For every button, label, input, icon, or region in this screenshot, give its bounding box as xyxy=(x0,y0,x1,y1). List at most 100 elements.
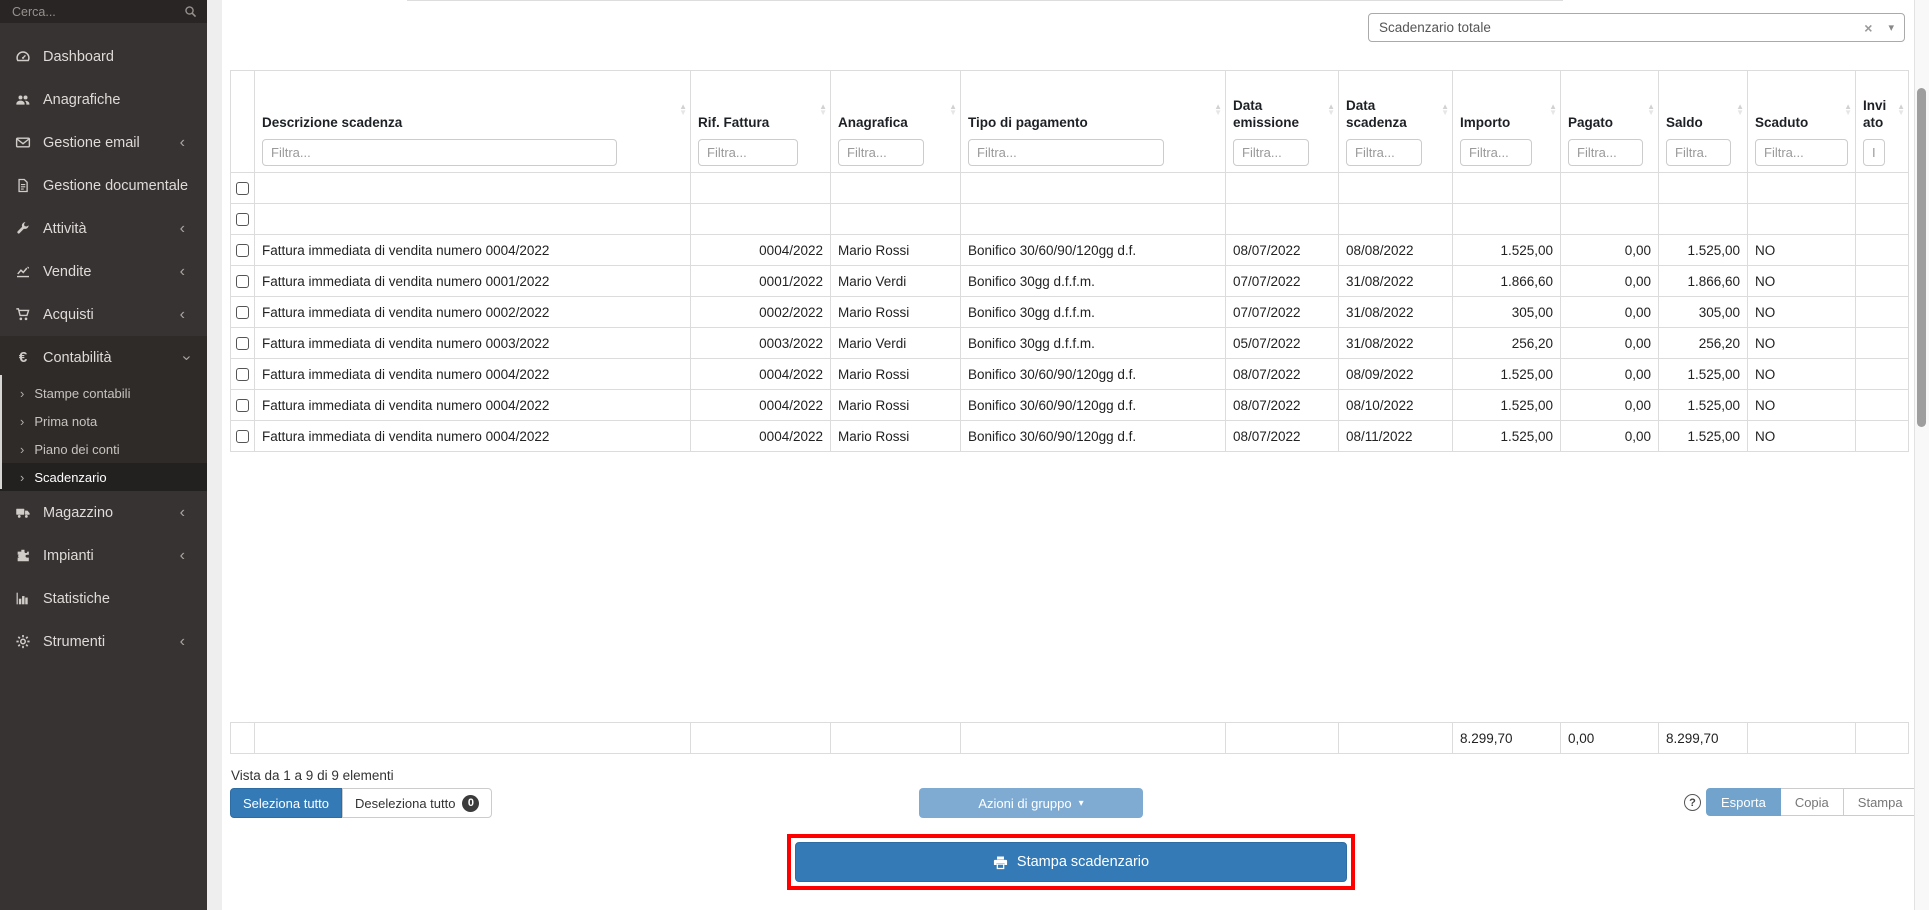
row-checkbox[interactable] xyxy=(236,430,249,443)
row-checkbox[interactable] xyxy=(236,182,249,195)
sidebar-subitem-scadenzario[interactable]: ›Scadenzario xyxy=(0,463,207,491)
export-button[interactable]: Esporta xyxy=(1706,788,1781,816)
column-header-scaduto[interactable]: Scaduto▲▼ xyxy=(1748,71,1856,173)
column-header-label: Scaduto xyxy=(1755,115,1848,132)
column-filter-input[interactable] xyxy=(1568,139,1643,166)
sidebar-item-strumenti[interactable]: Strumenti‹ xyxy=(0,620,207,663)
row-checkbox[interactable] xyxy=(236,213,249,226)
schedule-type-select[interactable]: Scadenzario totale × ▾ xyxy=(1368,13,1905,42)
sort-arrows-icon[interactable]: ▲▼ xyxy=(1549,104,1557,116)
users-icon xyxy=(14,92,32,108)
sidebar-item-gestione-documentale[interactable]: Gestione documentale xyxy=(0,164,207,207)
column-header-saldo[interactable]: Saldo▲▼ xyxy=(1659,71,1748,173)
sort-arrows-icon[interactable]: ▲▼ xyxy=(1736,104,1744,116)
print-schedule-button[interactable]: Stampa scadenzario xyxy=(795,842,1347,882)
sort-arrows-icon[interactable]: ▲▼ xyxy=(1327,104,1335,116)
row-checkbox[interactable] xyxy=(236,244,249,257)
table-cell xyxy=(1856,297,1909,328)
highlight-annotation: Stampa scadenzario xyxy=(787,834,1355,890)
column-filter-input[interactable] xyxy=(838,139,924,166)
totals-cell xyxy=(691,723,831,754)
table-cell: Bonifico 30gg d.f.f.m. xyxy=(961,266,1226,297)
row-checkbox[interactable] xyxy=(236,368,249,381)
column-filter-input[interactable] xyxy=(1460,139,1532,166)
sidebar-item-attivit[interactable]: Attività‹ xyxy=(0,207,207,250)
row-checkbox[interactable] xyxy=(236,337,249,350)
table-cell: 0,00 xyxy=(1561,297,1659,328)
column-filter-input[interactable] xyxy=(968,139,1164,166)
sidebar-item-contabilit[interactable]: €Contabilità‹ xyxy=(0,336,207,379)
search-icon[interactable] xyxy=(184,5,197,18)
select-caret-icon[interactable]: ▾ xyxy=(1888,21,1894,34)
table-cell: 1.866,60 xyxy=(1453,266,1561,297)
row-checkbox[interactable] xyxy=(236,306,249,319)
table-row[interactable]: Fattura immediata di vendita numero 0004… xyxy=(231,235,1909,266)
search-input[interactable] xyxy=(10,4,178,20)
table-cell: Mario Rossi xyxy=(831,297,961,328)
sidebar-item-statistiche[interactable]: Statistiche xyxy=(0,577,207,620)
table-row[interactable]: Fattura immediata di vendita numero 0002… xyxy=(231,297,1909,328)
sidebar-item-gestione-email[interactable]: Gestione email‹ xyxy=(0,121,207,164)
sort-arrows-icon[interactable]: ▲▼ xyxy=(1844,104,1852,116)
sort-arrows-icon[interactable]: ▲▼ xyxy=(1214,104,1222,116)
table-row[interactable]: Fattura immediata di acquisto numero 11M… xyxy=(231,173,1909,204)
sidebar-subitem-stampe-contabili[interactable]: ›Stampe contabili xyxy=(0,379,207,407)
column-header-importo[interactable]: Importo▲▼ xyxy=(1453,71,1561,173)
table-row[interactable]: Fattura immediata di vendita numero 0003… xyxy=(231,328,1909,359)
table-row[interactable]: Fattura immediata di vendita numero 0004… xyxy=(231,421,1909,452)
clear-selection-icon[interactable]: × xyxy=(1864,20,1872,36)
column-header-pagato[interactable]: Pagato▲▼ xyxy=(1561,71,1659,173)
copy-button[interactable]: Copia xyxy=(1781,788,1844,816)
group-actions-label: Azioni di gruppo xyxy=(978,796,1071,811)
sort-arrows-icon[interactable]: ▲▼ xyxy=(1647,104,1655,116)
row-checkbox-cell xyxy=(231,297,255,328)
gauge-icon xyxy=(14,49,32,65)
column-header-tipo-di-pagamento[interactable]: Tipo di pagamento▲▼ xyxy=(961,71,1226,173)
column-filter-input[interactable] xyxy=(1863,139,1885,166)
select-all-button[interactable]: Seleziona tutto xyxy=(230,788,342,818)
sidebar-item-vendite[interactable]: Vendite‹ xyxy=(0,250,207,293)
column-filter-input[interactable] xyxy=(1666,139,1731,166)
print-button[interactable]: Stampa xyxy=(1844,788,1918,816)
table-row[interactable]: Fattura immediata di vendita numero 0001… xyxy=(231,266,1909,297)
sidebar-subitem-piano-dei-conti[interactable]: ›Piano dei conti xyxy=(0,435,207,463)
column-filter-input[interactable] xyxy=(1755,139,1848,166)
sidebar-subitem-prima-nota[interactable]: ›Prima nota xyxy=(0,407,207,435)
table-cell: 0,00 xyxy=(1561,204,1659,235)
sort-arrows-icon[interactable]: ▲▼ xyxy=(1441,104,1449,116)
scrollbar-thumb[interactable] xyxy=(1917,88,1926,427)
help-icon[interactable]: ? xyxy=(1684,794,1701,811)
sidebar-item-label: Contabilità xyxy=(43,350,112,366)
column-header-rif-fattura[interactable]: Rif. Fattura▲▼ xyxy=(691,71,831,173)
sidebar-item-impianti[interactable]: Impianti‹ xyxy=(0,534,207,577)
deselect-all-button[interactable]: Deseleziona tutto 0 xyxy=(342,788,492,818)
sort-arrows-icon[interactable]: ▲▼ xyxy=(1897,104,1905,116)
table-cell: Fattura immediata di acquisto numero 45 xyxy=(255,204,691,235)
column-filter-input[interactable] xyxy=(262,139,617,166)
sort-arrows-icon[interactable]: ▲▼ xyxy=(819,104,827,116)
sidebar-scrollbar[interactable] xyxy=(0,375,2,489)
sort-arrows-icon[interactable]: ▲▼ xyxy=(949,104,957,116)
sidebar-item-dashboard[interactable]: Dashboard xyxy=(0,35,207,78)
group-actions-button[interactable]: Azioni di gruppo ▾ xyxy=(919,788,1143,818)
sidebar-item-acquisti[interactable]: Acquisti‹ xyxy=(0,293,207,336)
row-checkbox[interactable] xyxy=(236,275,249,288)
sidebar-item-anagrafiche[interactable]: Anagrafiche xyxy=(0,78,207,121)
column-header-descrizione-scadenza[interactable]: Descrizione scadenza▲▼ xyxy=(255,71,691,173)
column-header-anagrafica[interactable]: Anagrafica▲▼ xyxy=(831,71,961,173)
table-row[interactable]: Fattura immediata di acquisto numero 454… xyxy=(231,204,1909,235)
column-header-inviato[interactable]: Inviato▲▼ xyxy=(1856,71,1909,173)
column-filter-input[interactable] xyxy=(1233,139,1309,166)
column-filter-input[interactable] xyxy=(698,139,798,166)
column-header-data-scadenza[interactable]: Data scadenza▲▼ xyxy=(1339,71,1453,173)
column-filter-input[interactable] xyxy=(1346,139,1422,166)
sidebar-item-magazzino[interactable]: Magazzino‹ xyxy=(0,491,207,534)
table-cell: 08/11/2022 xyxy=(1339,421,1453,452)
vertical-scrollbar[interactable] xyxy=(1914,0,1929,910)
table-row[interactable]: Fattura immediata di vendita numero 0004… xyxy=(231,390,1909,421)
row-checkbox[interactable] xyxy=(236,399,249,412)
sort-arrows-icon[interactable]: ▲▼ xyxy=(679,104,687,116)
table-row[interactable]: Fattura immediata di vendita numero 0004… xyxy=(231,359,1909,390)
totals-cell xyxy=(255,723,691,754)
column-header-data-emissione[interactable]: Data emissione▲▼ xyxy=(1226,71,1339,173)
